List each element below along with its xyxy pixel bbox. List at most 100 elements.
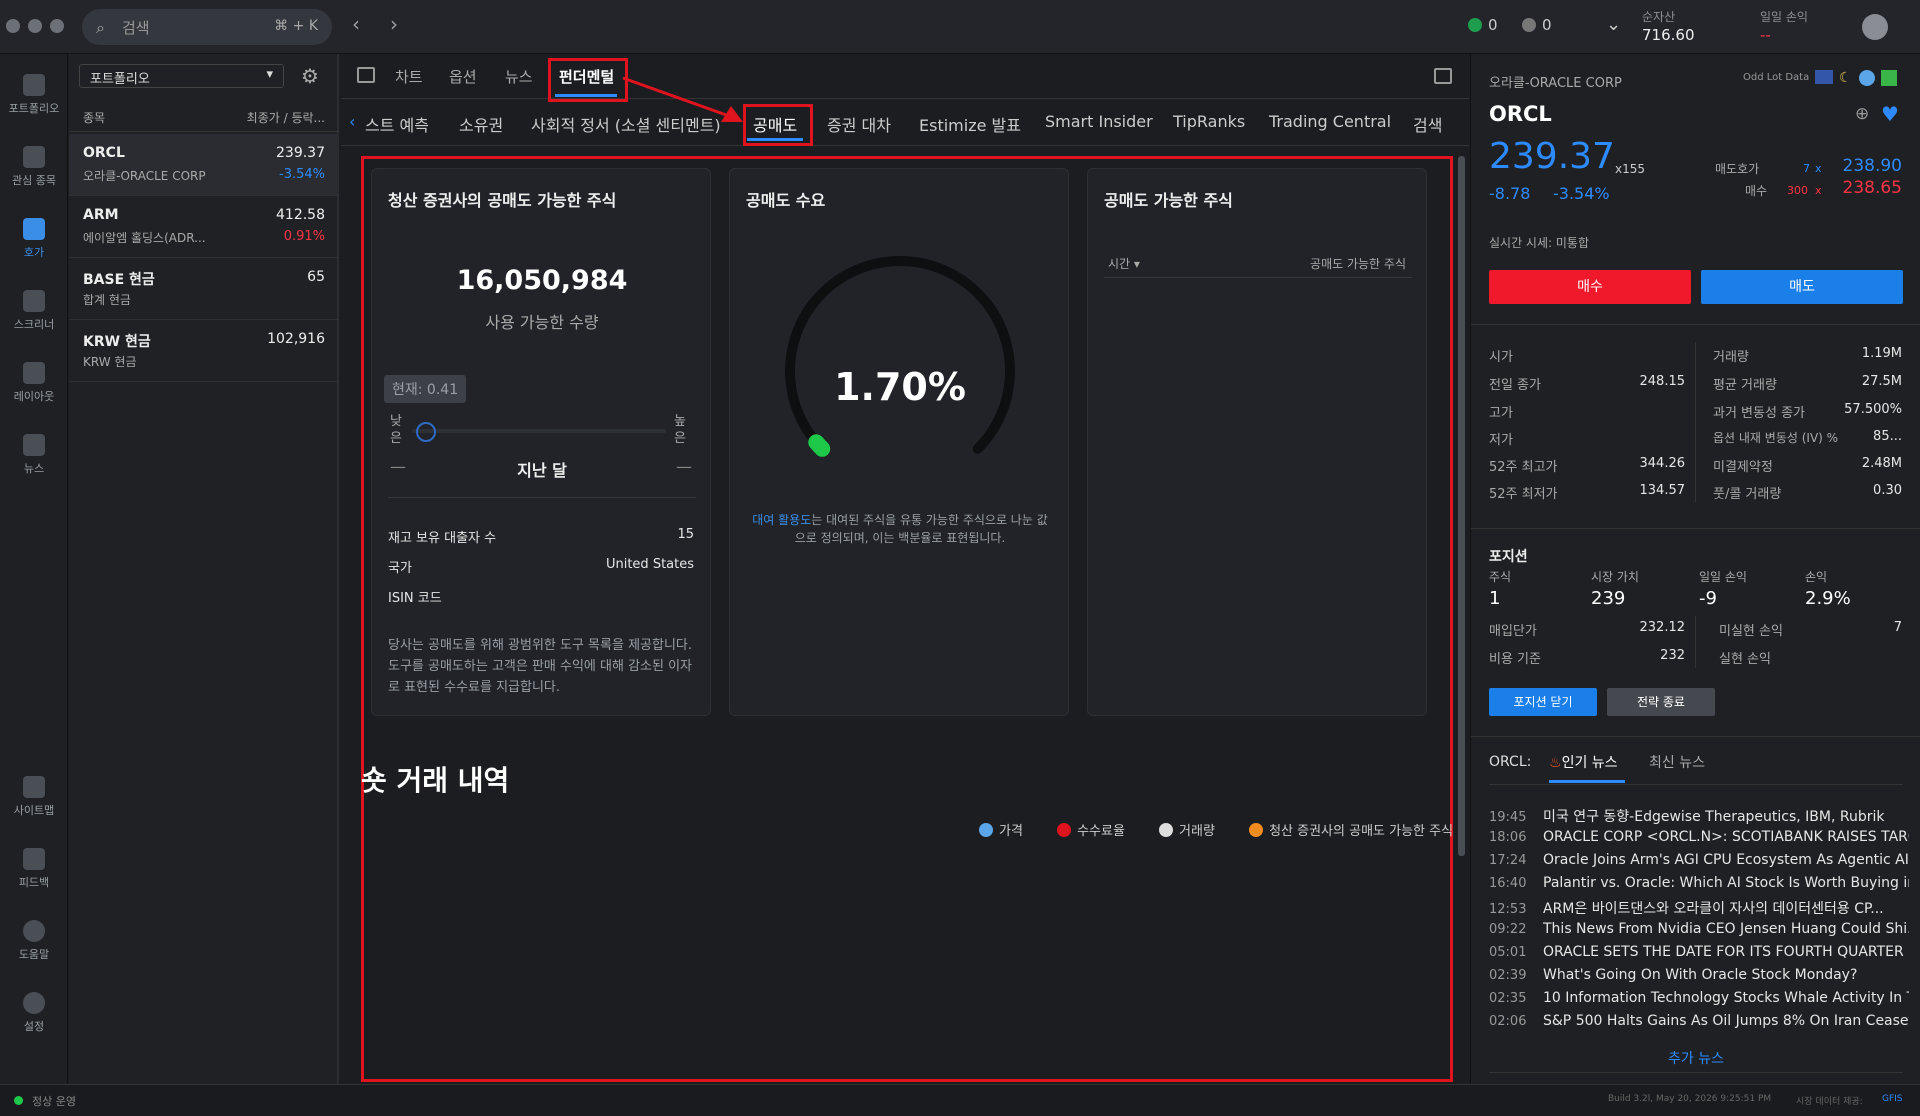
- news-item[interactable]: 16:40 Palantir vs. Oracle: Which AI Stock…: [1489, 875, 1909, 891]
- portfolio-header: 종목 최종가 / 등락...: [69, 102, 339, 132]
- search-input[interactable]: ⌕ 검색 ⌘ + K: [82, 9, 332, 45]
- tab-search[interactable]: 검색: [1413, 112, 1442, 136]
- divider: [1104, 277, 1412, 278]
- news-item[interactable]: 12:53 ARM은 바이트댄스와 오라클이 자사의 데이터센터용 CP...: [1489, 898, 1909, 918]
- sidebar-item-quote[interactable]: 호가: [0, 218, 68, 260]
- range-slider-thumb[interactable]: [416, 422, 436, 442]
- tab-securities-lending[interactable]: 증권 대차: [827, 112, 891, 136]
- tab-chart[interactable]: 차트: [395, 66, 423, 87]
- globe-icon: [23, 290, 45, 312]
- card-short-shares: 공매도 가능한 주식 시간 ▾ 공매도 가능한 주식: [1087, 168, 1427, 716]
- sidebar-item-sitemap[interactable]: 사이트맵: [0, 776, 68, 818]
- tab-forecast[interactable]: 스트 예측: [365, 112, 429, 136]
- status-check-count[interactable]: 0: [1522, 16, 1552, 34]
- sidebar: 포트폴리오 관심 종목 호가 스크리너 레이아웃 뉴스 사이트맵 피드백 도움말…: [0, 54, 68, 1084]
- legend-item[interactable]: 거래량: [1179, 824, 1215, 839]
- chevron-down-icon[interactable]: ⌄: [1606, 14, 1621, 35]
- us-flag-icon: [1815, 70, 1833, 84]
- news-item[interactable]: 02:35 10 Information Technology Stocks Wh…: [1489, 990, 1909, 1006]
- ticker-symbol: ORCL: [1489, 102, 1552, 126]
- short-demand-percent: 1.70%: [834, 365, 966, 409]
- add-icon[interactable]: ⊕: [1855, 104, 1869, 124]
- window-minimize-button[interactable]: [28, 19, 42, 33]
- tab-options[interactable]: 옵션: [449, 66, 477, 87]
- card-short-available: 청산 증권사의 공매도 가능한 주식 16,050,984 사용 가능한 수량 …: [371, 168, 711, 716]
- annotation-arrow: [622, 76, 743, 122]
- tab-estimize[interactable]: Estimize 발표: [919, 112, 1021, 136]
- sell-button[interactable]: 매도: [1701, 270, 1903, 304]
- quote-panel: 오라클-ORACLE CORP Odd Lot Data ☾ ORCL ⊕ ♥ …: [1470, 54, 1920, 1084]
- news-item[interactable]: 05:01 ORACLE SETS THE DATE FOR ITS FOURTH…: [1489, 944, 1909, 960]
- tab-smart-insider[interactable]: Smart Insider: [1045, 112, 1153, 131]
- time-sort-dropdown[interactable]: 시간 ▾: [1108, 255, 1140, 272]
- sidebar-item-screener[interactable]: 스크리너: [0, 290, 68, 332]
- chevron-left-icon[interactable]: ‹: [349, 112, 355, 131]
- sidebar-item-settings[interactable]: 설정: [0, 992, 68, 1034]
- gauge-track: [785, 256, 1015, 454]
- divider: [1695, 342, 1696, 502]
- tab-news[interactable]: 뉴스: [505, 66, 533, 87]
- divider: [1489, 784, 1903, 785]
- fire-icon: ♨: [1549, 755, 1562, 771]
- caret-down-icon: ▾: [266, 67, 273, 82]
- sidebar-item-news[interactable]: 뉴스: [0, 434, 68, 476]
- portfolio-icon: [23, 74, 45, 96]
- tab-hot-news[interactable]: ♨인기 뉴스: [1549, 752, 1618, 772]
- moon-icon: ☾: [1839, 70, 1852, 86]
- exit-strategy-button[interactable]: 전략 종료: [1607, 688, 1715, 716]
- status-online-count[interactable]: 0: [1468, 16, 1498, 34]
- main-panel: 차트 옵션 뉴스 펀더멘털 ‹ 스트 예측 소유권 사회적 정서 (소셜 센티멘…: [341, 54, 1469, 1084]
- online-icon: [1468, 18, 1482, 32]
- news-item[interactable]: 17:24 Oracle Joins Arm's AGI CPU Ecosyste…: [1489, 852, 1909, 868]
- tab-tipranks[interactable]: TipRanks: [1173, 112, 1245, 131]
- more-news-link[interactable]: 추가 뉴스: [1471, 1048, 1920, 1068]
- close-position-button[interactable]: 포지션 닫기: [1489, 688, 1597, 716]
- portfolio-row[interactable]: BASE 현금 합계 현금 65: [69, 258, 339, 320]
- sidebar-item-help[interactable]: 도움말: [0, 920, 68, 962]
- legend-swatch: [1057, 823, 1072, 837]
- legend-item[interactable]: 수수료율: [1077, 824, 1125, 839]
- status-dot-icon: [14, 1096, 23, 1105]
- tab-latest-news[interactable]: 최신 뉴스: [1649, 752, 1705, 772]
- utilization-link[interactable]: 대여 활용도: [752, 513, 811, 527]
- sidebar-item-watchlist[interactable]: 관심 종목: [0, 146, 68, 188]
- news-item[interactable]: 09:22 This News From Nvidia CEO Jensen Hu…: [1489, 921, 1909, 937]
- portfolio-row[interactable]: ARM 에이알엠 홀딩스(ADR... 412.58 0.91%: [69, 196, 339, 258]
- status-bar: 정상 운영 Build 3.2l, May 20, 2026 9:25:51 P…: [0, 1084, 1920, 1116]
- legend-item[interactable]: 청산 증권사의 공매도 가능한 주식: [1269, 824, 1453, 839]
- sidebar-item-layout[interactable]: 레이아웃: [0, 362, 68, 404]
- news-item[interactable]: 19:45 미국 연구 동향-Edgewise Therapeutics, IBM…: [1489, 806, 1909, 826]
- sidebar-item-portfolio[interactable]: 포트폴리오: [0, 74, 68, 116]
- news-item[interactable]: 02:39 What's Going On With Oracle Stock M…: [1489, 967, 1909, 983]
- buy-button[interactable]: 매수: [1489, 270, 1691, 304]
- scrollbar[interactable]: [1458, 156, 1465, 856]
- period-label: 지난 달: [517, 461, 567, 480]
- globe-icon: [1859, 70, 1875, 86]
- range-slider[interactable]: [412, 429, 666, 433]
- tab-ownership[interactable]: 소유권: [459, 112, 503, 136]
- news-item[interactable]: 18:06 ORACLE CORP <ORCL.N>: SCOTIABANK RA…: [1489, 829, 1909, 845]
- chart-icon: [1881, 70, 1897, 86]
- panel-toggle-icon[interactable]: [1434, 68, 1452, 84]
- back-arrow-icon[interactable]: ‹: [352, 12, 360, 36]
- news-icon: [23, 434, 45, 456]
- highlight-short-tab: [743, 104, 813, 146]
- feedback-icon: [23, 848, 45, 870]
- portfolio-panel: 포트폴리오 ▾ ⚙ 종목 최종가 / 등락... ORCL 오라클-ORACLE C…: [69, 54, 339, 1084]
- legend-swatch: [979, 823, 993, 837]
- legend-item[interactable]: 가격: [999, 824, 1023, 839]
- avatar[interactable]: [1862, 14, 1888, 40]
- portfolio-row[interactable]: KRW 현금 KRW 현금 102,916: [69, 320, 339, 382]
- tab-trading-central[interactable]: Trading Central: [1269, 112, 1391, 131]
- window-close-button[interactable]: [6, 19, 20, 33]
- heart-icon[interactable]: ♥: [1881, 102, 1899, 126]
- legend-swatch: [1249, 823, 1264, 837]
- window-zoom-button[interactable]: [50, 19, 64, 33]
- gear-icon[interactable]: ⚙: [301, 64, 319, 88]
- news-item[interactable]: 02:06 S&P 500 Halts Gains As Oil Jumps 8%…: [1489, 1013, 1909, 1029]
- portfolio-row[interactable]: ORCL 오라클-ORACLE CORP 239.37 -3.54%: [69, 134, 339, 196]
- portfolio-select[interactable]: 포트폴리오 ▾: [79, 64, 284, 88]
- forward-arrow-icon[interactable]: ›: [390, 12, 398, 36]
- sidebar-item-feedback[interactable]: 피드백: [0, 848, 68, 890]
- sidebar-toggle-icon[interactable]: [357, 67, 375, 83]
